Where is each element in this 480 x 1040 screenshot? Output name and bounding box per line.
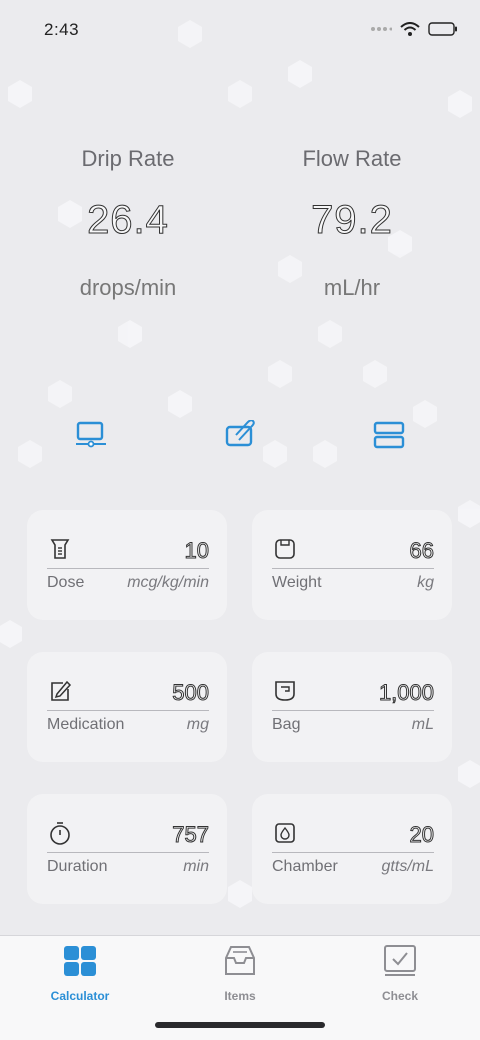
scale-icon bbox=[275, 539, 295, 559]
bag-unit: mL bbox=[411, 716, 434, 733]
divider bbox=[272, 710, 434, 711]
stopwatch-icon bbox=[50, 822, 70, 845]
divider bbox=[47, 568, 209, 569]
home-indicator[interactable] bbox=[155, 1022, 325, 1028]
medication-value[interactable]: 500 bbox=[172, 680, 210, 706]
monitor-icon[interactable] bbox=[74, 420, 108, 450]
drip-rate-label: Drip Rate bbox=[81, 146, 175, 171]
dose-value[interactable]: 10 bbox=[184, 538, 210, 564]
flow-rate-label: Flow Rate bbox=[302, 146, 402, 171]
chamber-unit: gtts/mL bbox=[381, 858, 434, 875]
dose-icon bbox=[50, 539, 70, 559]
chamber-label: Chamber bbox=[272, 858, 338, 875]
mode-selector bbox=[0, 420, 480, 452]
drip-rate-value: 26.4 bbox=[87, 198, 169, 243]
grid-icon bbox=[64, 946, 96, 976]
bag-icon bbox=[275, 681, 295, 701]
weight-unit: kg bbox=[417, 574, 434, 591]
drip-rate-unit: drops/min bbox=[79, 275, 177, 300]
status-bar: 2:43 bbox=[0, 18, 480, 44]
edit-attach-icon[interactable] bbox=[224, 420, 258, 450]
bag-card[interactable]: 1,000 Bag mL bbox=[252, 652, 452, 762]
battery-icon bbox=[428, 22, 457, 36]
dose-card[interactable]: 10 Dose mcg/kg/min bbox=[27, 510, 227, 620]
pencil-icon bbox=[51, 680, 72, 701]
medication-label: Medication bbox=[47, 716, 125, 733]
chamber-card[interactable]: 20 Chamber gtts/mL bbox=[252, 794, 452, 904]
flow-rate-result: Flow Rate 79.2 mL/hr bbox=[232, 146, 472, 301]
weight-card[interactable]: 66 Weight kg bbox=[252, 510, 452, 620]
weight-value[interactable]: 66 bbox=[409, 538, 435, 564]
tab-items-label: Items bbox=[224, 989, 256, 1003]
drip-rate-result: Drip Rate 26.4 drops/min bbox=[8, 146, 248, 301]
status-time: 2:43 bbox=[44, 20, 80, 39]
checkbox-icon bbox=[384, 945, 416, 976]
medication-card[interactable]: 500 Medication mg bbox=[27, 652, 227, 762]
bag-label: Bag bbox=[272, 716, 301, 733]
weight-label: Weight bbox=[272, 574, 322, 591]
duration-unit: min bbox=[183, 858, 209, 875]
drop-chamber-icon bbox=[275, 823, 295, 843]
tab-check-label: Check bbox=[381, 989, 419, 1003]
wifi-icon bbox=[400, 22, 420, 36]
chamber-value[interactable]: 20 bbox=[409, 822, 435, 848]
tab-calculator[interactable]: Calculator bbox=[20, 944, 140, 1003]
dose-unit: mcg/kg/min bbox=[127, 574, 209, 591]
tab-calculator-label: Calculator bbox=[50, 989, 110, 1003]
dose-label: Dose bbox=[47, 574, 85, 591]
divider bbox=[272, 568, 434, 569]
duration-label: Duration bbox=[47, 858, 108, 875]
flow-rate-unit: mL/hr bbox=[323, 275, 381, 300]
duration-card[interactable]: 757 Duration min bbox=[27, 794, 227, 904]
duration-value[interactable]: 757 bbox=[172, 822, 210, 848]
flow-rate-value: 79.2 bbox=[311, 198, 393, 243]
divider bbox=[47, 852, 209, 853]
divider bbox=[47, 710, 209, 711]
rows-icon[interactable] bbox=[372, 420, 406, 450]
tab-check[interactable]: Check bbox=[340, 944, 460, 1003]
divider bbox=[272, 852, 434, 853]
medication-unit: mg bbox=[186, 716, 209, 733]
signal-icon bbox=[371, 27, 392, 31]
tab-items[interactable]: Items bbox=[180, 944, 300, 1003]
bag-value[interactable]: 1,000 bbox=[378, 680, 434, 706]
tray-icon bbox=[225, 946, 255, 975]
